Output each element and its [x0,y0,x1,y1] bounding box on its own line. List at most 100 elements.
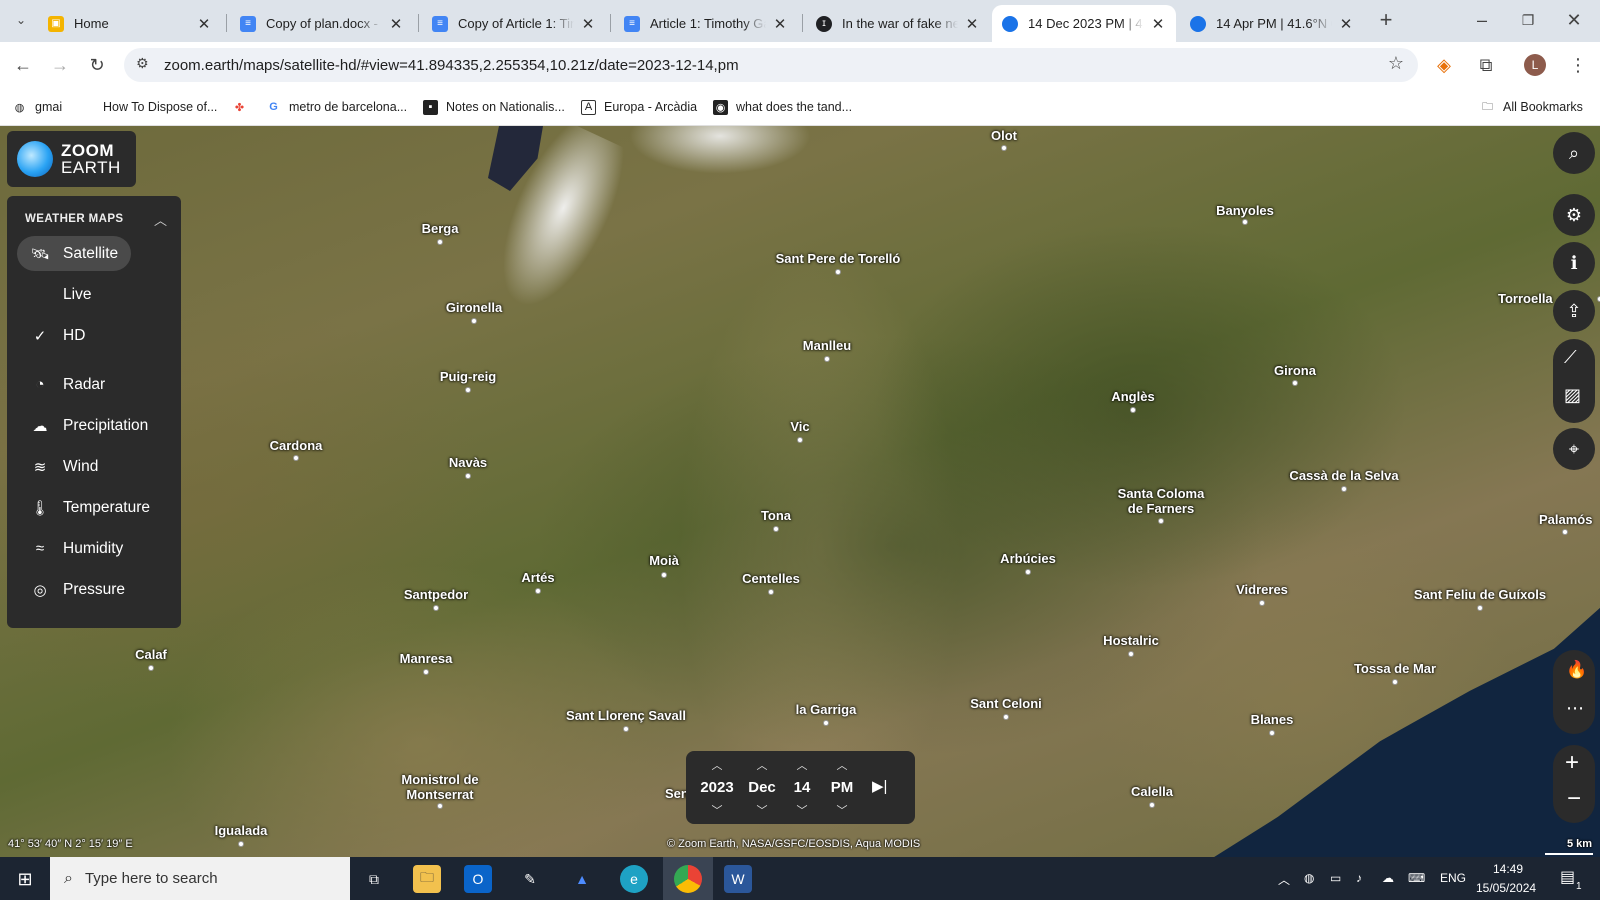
browser-tab[interactable]: ≡ Copy of Article 1: Tin ✕ [422,5,606,42]
new-tab-button[interactable]: + [1372,6,1400,34]
notification-icon[interactable]: ▤ [1560,867,1575,887]
area-hatch-icon[interactable]: ▨ [1564,385,1581,406]
onedrive-icon[interactable]: ☁ [1382,871,1394,885]
day-up-chevron-icon[interactable]: ︿ [797,757,808,773]
bookmark-item[interactable]: ◉ what does the tand... [713,97,852,117]
browser-tab[interactable]: ≡ Copy of plan.docx - C ✕ [230,5,414,42]
place-marker [433,605,439,611]
bookmark-item[interactable]: ◍ gmai [12,97,62,117]
task-view-icon[interactable]: ⧉ [360,865,388,893]
info-button[interactable]: ℹ [1553,242,1595,284]
bookmark-label: Europa - Arcàdia [604,100,698,114]
browser-tab[interactable]: ≡ Article 1: Timothy Ga ✕ [614,5,798,42]
bookmark-item[interactable]: Gmetro de barcelona... [266,97,407,117]
close-tab-icon[interactable]: ✕ [964,15,980,33]
menu-item-live[interactable]: Live [17,277,131,312]
menu-item-satellite[interactable]: 🛰 Satellite [17,236,131,271]
address-bar[interactable]: ⚙ zoom.earth/maps/satellite-hd/#view=41.… [124,48,1418,82]
skip-to-latest-icon[interactable]: ▶| [872,777,887,795]
my-location-button[interactable]: ⌖ [1553,428,1595,470]
fire-icon[interactable]: 🔥 [1566,660,1587,680]
close-window-icon[interactable]: ✕ [1560,6,1588,34]
restore-icon[interactable]: ❐ [1514,6,1542,34]
windows-start-icon[interactable]: ⊞ [11,865,39,893]
month-value[interactable]: Dec [748,779,776,796]
clock-time[interactable]: 14:49 [1493,862,1523,876]
zoom-in-icon[interactable]: + [1565,749,1579,777]
profile-avatar[interactable]: L [1524,54,1546,76]
browser-menu-icon[interactable]: ⋮ [1564,51,1592,79]
close-tab-icon[interactable]: ✕ [580,15,596,33]
chrome-icon[interactable] [674,865,702,893]
bookmark-item[interactable]: ✤ [232,97,255,117]
close-tab-icon[interactable]: ✕ [196,15,212,33]
extensions-puzzle-icon[interactable]: ⧉ [1472,51,1500,79]
language-indicator[interactable]: ENG [1440,871,1466,885]
month-up-chevron-icon[interactable]: ︿ [757,757,768,773]
zoom-earth-logo[interactable]: ZOOM EARTH [7,131,136,187]
menu-item-hd[interactable]: ✓ HD [17,318,131,353]
file-explorer-icon[interactable]: 🗀 [413,865,441,893]
satellite-map[interactable]: Olot Banyoles Berga Sant Pere de Torelló Gir… [0,126,1600,857]
menu-item-wind[interactable]: ≋ Wind [17,449,131,484]
globe-logo-icon [17,141,53,177]
a-icon: A [581,99,596,115]
tab-separator [418,14,419,32]
all-bookmarks-button[interactable]: 🗀 All Bookmarks [1480,97,1583,117]
settings-button[interactable]: ⚙ [1553,194,1595,236]
site-info-icon[interactable]: ⚙ [136,55,149,72]
clock-date[interactable]: 15/05/2024 [1476,881,1536,895]
close-tab-icon[interactable]: ✕ [772,15,788,33]
reload-icon[interactable]: ↻ [83,51,111,79]
tray-chevron-icon[interactable]: ︿ [1278,871,1290,888]
outlook-icon[interactable]: O [464,865,492,893]
bookmark-star-icon[interactable]: ☆ [1388,53,1404,74]
minimize-icon[interactable]: – [1468,6,1496,34]
menu-item-temperature[interactable]: 🌡 Temperature [17,490,167,525]
word-icon[interactable]: W [724,865,752,893]
search-button[interactable]: ⌕ [1553,132,1595,174]
menu-item-precipitation[interactable]: ☁ Precipitation [17,408,167,443]
more-options-icon[interactable]: ⋯ [1566,698,1584,719]
period-up-chevron-icon[interactable]: ︿ [837,757,848,773]
bookmark-item[interactable]: ▪ Notes on Nationalis... [423,97,565,117]
close-tab-icon[interactable]: ✕ [388,15,404,33]
month-down-chevron-icon[interactable]: ﹀ [757,802,768,818]
map-attribution[interactable]: © Zoom Earth, NASA/GSFC/EOSDIS, Aqua MOD… [667,838,920,850]
forward-icon[interactable]: → [46,51,74,79]
period-value[interactable]: PM [831,779,854,796]
bookmark-item[interactable]: A Europa - Arcàdia [581,97,697,117]
battery-icon[interactable]: ▭ [1330,871,1341,885]
day-down-chevron-icon[interactable]: ﹀ [797,802,808,818]
taskbar-search-box[interactable]: ⌕ Type here to search [50,857,350,900]
close-tab-icon[interactable]: ✕ [1150,15,1166,33]
close-tab-icon[interactable]: ✕ [1338,15,1354,33]
speaker-icon[interactable]: ♪ [1356,871,1362,885]
year-value[interactable]: 2023 [700,779,733,796]
bookmark-item[interactable]: How To Dispose of... [103,97,217,117]
app-icon[interactable]: ▲ [568,865,596,893]
browser-tab[interactable]: 14 Apr PM | 41.6°N 0 ✕ [1180,5,1364,42]
browser-tab-active[interactable]: 14 Dec 2023 PM | 41 ✕ [992,5,1176,42]
place-marker [1128,651,1134,657]
period-down-chevron-icon[interactable]: ﹀ [837,802,848,818]
paint-app-icon[interactable]: ✎ [516,865,544,893]
measure-line-icon[interactable]: ⟋ [1564,347,1577,368]
menu-item-radar[interactable]: ◔ Radar [17,367,131,402]
menu-item-humidity[interactable]: ≈ Humidity [17,531,131,566]
year-up-chevron-icon[interactable]: ︿ [712,757,723,773]
extension-icon[interactable]: ◈ [1430,51,1458,79]
edge-icon[interactable]: e [620,865,648,893]
day-value[interactable]: 14 [794,779,811,796]
browser-tab[interactable]: ɪ In the war of fake ne ✕ [806,5,990,42]
tab-search-button[interactable]: ⌄ [7,6,35,34]
year-down-chevron-icon[interactable]: ﹀ [712,802,723,818]
back-icon[interactable]: ← [9,51,37,79]
network-icon[interactable]: ◍ [1304,871,1314,885]
browser-tab[interactable]: ▣ Home ✕ [38,5,222,42]
collapse-chevron-icon[interactable]: ︿ [154,210,167,229]
share-button[interactable]: ⇪ [1553,290,1595,332]
keyboard-icon[interactable]: ⌨ [1408,871,1425,885]
zoom-out-icon[interactable]: − [1567,785,1581,813]
menu-item-pressure[interactable]: ◎ Pressure [17,572,131,607]
